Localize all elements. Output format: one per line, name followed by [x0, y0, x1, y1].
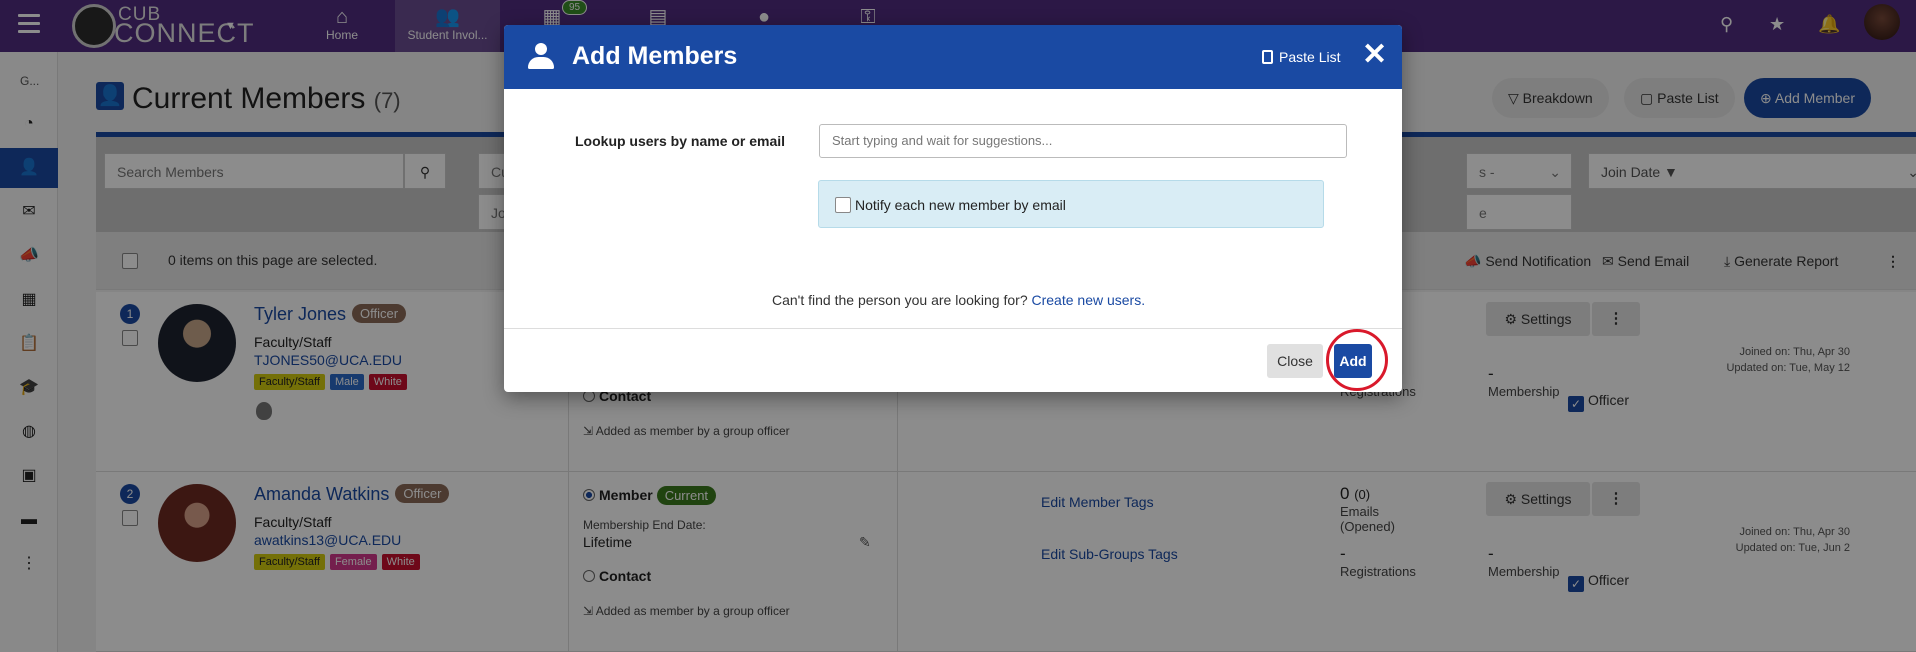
clipboard-icon [1262, 50, 1273, 64]
paste-list-link[interactable]: Paste List [1262, 49, 1340, 65]
lookup-label: Lookup users by name or email [575, 133, 786, 149]
notify-label: Notify each new member by email [855, 197, 1066, 213]
cant-find-text: Can't find the person you are looking fo… [772, 292, 1028, 308]
cant-find-message: Can't find the person you are looking fo… [772, 292, 1145, 308]
close-button[interactable]: Close [1267, 344, 1323, 378]
notify-checkbox[interactable] [835, 197, 851, 213]
close-icon[interactable]: ✕ [1362, 38, 1387, 72]
lookup-placeholder: Start typing and wait for suggestions... [832, 133, 1053, 148]
highlight-circle [1326, 329, 1388, 391]
notify-option[interactable]: Notify each new member by email [818, 180, 1324, 228]
user-icon [528, 43, 554, 71]
dialog-title: Add Members [572, 42, 738, 70]
paste-list-label: Paste List [1279, 49, 1341, 65]
dialog-header: Add Members Paste List ✕ [504, 25, 1402, 89]
add-members-dialog: Add Members Paste List ✕ Lookup users by… [504, 25, 1402, 392]
create-new-users-link[interactable]: Create new users. [1032, 292, 1146, 308]
dialog-footer-divider [504, 328, 1402, 329]
lookup-users-input[interactable]: Start typing and wait for suggestions... [819, 124, 1347, 158]
